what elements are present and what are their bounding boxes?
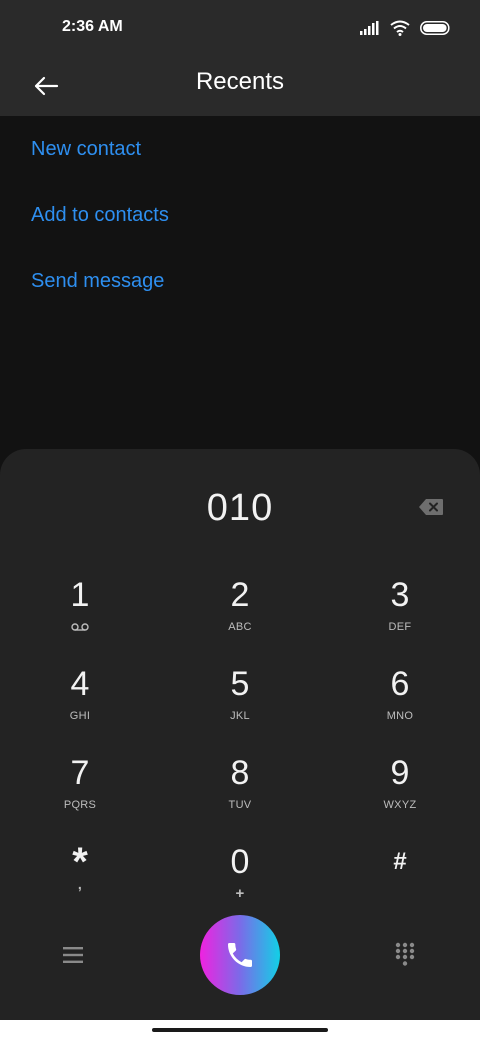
key-2[interactable]: 2 ABC	[160, 571, 320, 660]
key-digit: 4	[70, 665, 90, 703]
backspace-icon	[419, 499, 443, 515]
voicemail-icon	[71, 619, 89, 635]
menu-button[interactable]	[56, 940, 90, 970]
key-digit: 9	[390, 754, 410, 792]
key-8[interactable]: 8 TUV	[160, 749, 320, 838]
menu-icon	[63, 947, 83, 963]
app-bar: Recents	[0, 56, 480, 116]
home-indicator[interactable]	[152, 1028, 328, 1032]
send-message-link[interactable]: Send message	[0, 248, 480, 314]
key-digit: 1	[70, 576, 90, 614]
key-star[interactable]: * ,	[0, 838, 160, 927]
key-letters: ABC	[228, 621, 252, 633]
key-letters: GHI	[69, 710, 91, 722]
key-row: 1 2 ABC 3 DEF	[0, 571, 480, 660]
signal-icon	[360, 21, 379, 35]
status-icons	[360, 17, 450, 39]
system-nav-bar	[0, 1020, 480, 1040]
key-digit: 6	[390, 665, 410, 703]
wifi-icon	[390, 20, 410, 36]
key-letters: MNO	[386, 710, 414, 722]
key-4[interactable]: 4 GHI	[0, 660, 160, 749]
dialed-number: 010	[206, 487, 274, 529]
key-6[interactable]: 6 MNO	[320, 660, 480, 749]
new-contact-link[interactable]: New contact	[0, 116, 480, 182]
key-row: 7 PQRS 8 TUV 9 WXYZ	[0, 749, 480, 838]
key-digit: #	[393, 848, 407, 875]
add-to-contacts-link[interactable]: Add to contacts	[0, 182, 480, 248]
keypad: 1 2 ABC 3 DEF 4 GHI 5 JKL 6 MNO 7 PQRS 8…	[0, 571, 480, 927]
key-5[interactable]: 5 JKL	[160, 660, 320, 749]
key-row: 4 GHI 5 JKL 6 MNO	[0, 660, 480, 749]
key-digit: 5	[230, 665, 250, 703]
key-digit: 3	[390, 576, 410, 614]
key-digit: 2	[230, 576, 250, 614]
key-hash[interactable]: #	[320, 838, 480, 927]
key-3[interactable]: 3 DEF	[320, 571, 480, 660]
status-time: 2:36 AM	[62, 18, 123, 35]
key-1[interactable]: 1	[0, 571, 160, 660]
key-9[interactable]: 9 WXYZ	[320, 749, 480, 838]
dialer-bottom-bar	[0, 915, 480, 995]
key-letters: PQRS	[63, 799, 97, 811]
key-letters: WXYZ	[383, 799, 417, 811]
key-7[interactable]: 7 PQRS	[0, 749, 160, 838]
backspace-button[interactable]	[418, 497, 444, 517]
dialer-panel: 010 1 2 ABC 3 DEF 4 GHI 5 JKL 6 MNO 7 PQ…	[0, 449, 480, 1020]
dialpad-toggle-button[interactable]	[388, 937, 422, 973]
key-letters: TUV	[228, 799, 252, 811]
dialpad-icon	[395, 942, 415, 966]
key-digit: 7	[70, 754, 90, 792]
key-digit: 8	[230, 754, 250, 792]
key-letters: ,	[77, 876, 83, 892]
key-digit: 0	[230, 843, 250, 881]
action-list: New contact Add to contacts Send message	[0, 116, 480, 314]
key-letters: JKL	[230, 710, 250, 722]
page-title: Recents	[195, 68, 285, 95]
key-letters: +	[235, 885, 245, 902]
key-0[interactable]: 0 +	[160, 838, 320, 927]
status-bar: 2:36 AM	[0, 0, 480, 56]
call-button[interactable]	[200, 915, 280, 995]
key-row: * , 0 + #	[0, 838, 480, 927]
phone-icon	[228, 943, 252, 967]
key-letters: DEF	[388, 621, 412, 633]
battery-icon	[420, 21, 450, 35]
